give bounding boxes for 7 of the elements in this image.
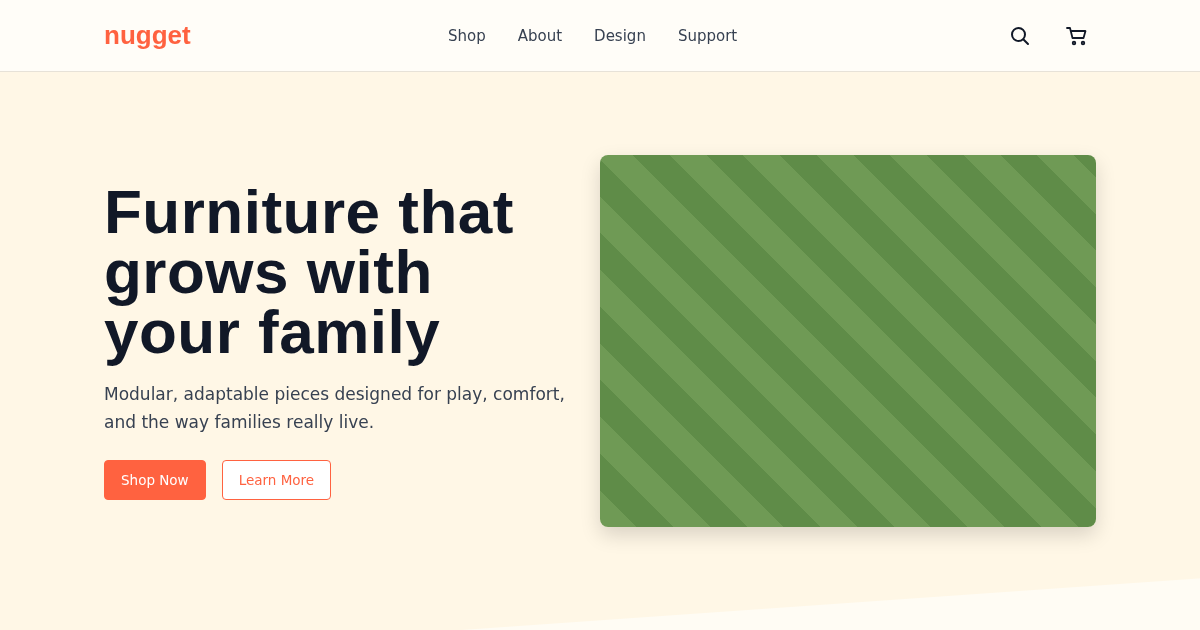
- nav-link[interactable]: About: [517, 26, 563, 45]
- cart-icon[interactable]: [1066, 25, 1088, 46]
- hero-subtitle: Modular, adaptable pieces designed for play, comfort, and the way families really live.: [104, 383, 566, 434]
- nav-link[interactable]: Design: [594, 26, 646, 45]
- nav-link[interactable]: Support: [677, 26, 738, 45]
- nav-link[interactable]: Shop: [448, 26, 486, 45]
- search-icon[interactable]: [1010, 25, 1030, 46]
